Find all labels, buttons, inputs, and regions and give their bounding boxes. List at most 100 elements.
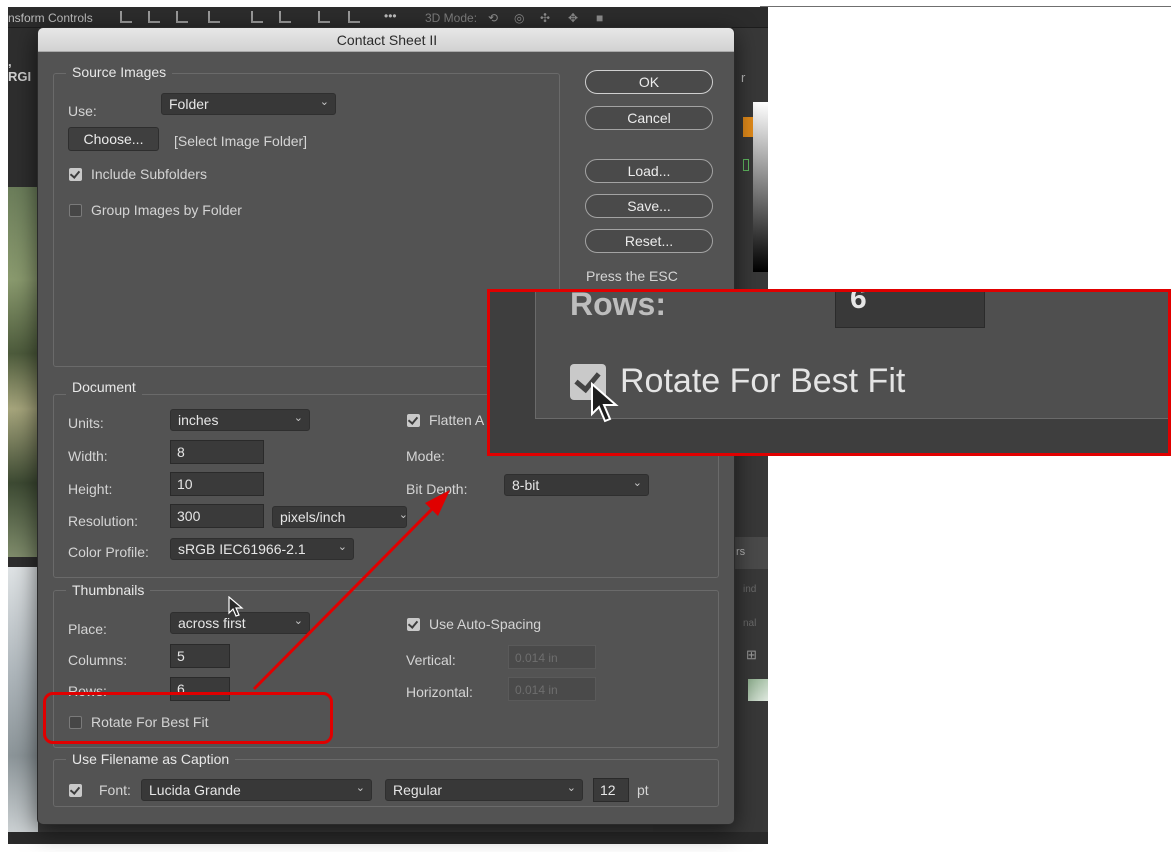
vertical-label: Vertical: [406, 652, 456, 668]
orange-color-swatch[interactable] [743, 117, 753, 137]
chevron-down-icon: ⌄ [399, 508, 406, 521]
grid-icon[interactable]: ⊞ [746, 647, 757, 663]
folder-path: [Select Image Folder] [174, 133, 308, 149]
include-subfolders-checkbox[interactable] [69, 168, 82, 181]
use-select[interactable]: Folder ⌄ [161, 93, 336, 115]
group-by-folder-label: Group Images by Folder [91, 202, 242, 218]
zoom-rotate-label: Rotate For Best Fit [620, 362, 906, 400]
align-middle-icon[interactable] [279, 11, 291, 23]
background-photo-bird [8, 187, 38, 557]
horizontal-field[interactable]: 0.014 in [508, 677, 596, 701]
font-size-unit: pt [637, 782, 649, 798]
flatten-checkbox[interactable] [407, 414, 420, 427]
font-label: Font: [99, 782, 131, 798]
source-images-title: Source Images [66, 64, 173, 80]
mode-label: Mode: [406, 448, 445, 464]
chevron-down-icon: ⌄ [319, 96, 329, 108]
cancel-button[interactable]: Cancel [585, 106, 713, 130]
background-photo-snow [8, 567, 38, 837]
font-size-field[interactable]: 12 [593, 778, 629, 802]
3d-orbit-icon[interactable]: ⟲ [488, 11, 498, 25]
align-top-icon[interactable] [251, 11, 263, 23]
status-bar [8, 832, 768, 844]
3d-mode-label: 3D Mode: [425, 11, 478, 25]
units-label: Units: [68, 415, 104, 431]
use-label: Use: [68, 103, 97, 119]
chevron-down-icon: ⌄ [293, 412, 303, 424]
ok-button[interactable]: OK [585, 70, 713, 94]
thumbnails-title: Thumbnails [66, 582, 151, 598]
vertical-field[interactable]: 0.014 in [508, 645, 596, 669]
chevron-down-icon: ⌄ [337, 541, 347, 553]
width-label: Width: [68, 448, 108, 464]
panel-fragment-ind: ind [743, 584, 757, 595]
resolution-unit-select[interactable]: pixels/inch ⌄ [272, 506, 407, 528]
load-button[interactable]: Load... [585, 159, 713, 183]
align-left-icon[interactable] [120, 11, 132, 23]
esc-hint: Press the ESC [586, 268, 678, 284]
document-title: Document [66, 379, 142, 395]
align-right-icon[interactable] [176, 11, 188, 23]
units-select[interactable]: inches ⌄ [170, 409, 310, 431]
align-bottom-icon[interactable] [318, 11, 330, 23]
gradient-swatch [753, 102, 768, 272]
font-style-select[interactable]: Regular ⌄ [385, 779, 583, 801]
chevron-down-icon: ⌄ [293, 615, 303, 627]
resolution-unit-value: pixels/inch [280, 509, 346, 525]
3d-scale-icon[interactable]: ■ [596, 11, 603, 25]
3d-pan-icon[interactable]: ✣ [540, 11, 550, 25]
auto-spacing-checkbox[interactable] [407, 618, 420, 631]
caption-checkbox[interactable] [69, 784, 82, 797]
dialog-title: Contact Sheet II [38, 28, 734, 52]
chevron-down-icon: ⌄ [566, 782, 576, 794]
columns-label: Columns: [68, 652, 128, 668]
units-select-value: inches [178, 412, 219, 428]
distribute-icon[interactable] [208, 11, 220, 23]
highlight-box [43, 692, 333, 744]
document-tab-fragment[interactable]: , RGI [8, 54, 38, 84]
3d-slide-icon[interactable]: ✥ [568, 11, 578, 25]
height-field[interactable]: 10 [170, 472, 264, 496]
panel-fragment-nal: nal [743, 618, 757, 629]
include-subfolders-label: Include Subfolders [91, 166, 207, 182]
reset-button[interactable]: Reset... [585, 229, 713, 253]
zoom-mouse-cursor-icon [591, 382, 619, 423]
zoom-rows-label: Rows: [570, 289, 666, 322]
font-style-value: Regular [393, 782, 443, 798]
columns-field[interactable]: 5 [170, 644, 230, 668]
font-select-value: Lucida Grande [149, 782, 241, 798]
auto-spacing-label: Use Auto-Spacing [429, 616, 542, 632]
bit-depth-label: Bit Depth: [406, 481, 468, 497]
resolution-label: Resolution: [68, 513, 139, 529]
width-field[interactable]: 8 [170, 440, 264, 464]
panel-tab-fragment[interactable]: r [741, 70, 745, 85]
horizontal-label: Horizontal: [406, 684, 473, 700]
options-bar: nsform Controls ••• 3D Mode: ⟲ ◎ ✣ ✥ ■ [8, 7, 768, 28]
align-center-icon[interactable] [148, 11, 160, 23]
use-select-value: Folder [169, 96, 209, 112]
resolution-field[interactable]: 300 [170, 504, 264, 528]
options-bar-label: nsform Controls [8, 11, 93, 25]
3d-roll-icon[interactable]: ◎ [514, 11, 524, 25]
green-indicator [743, 159, 749, 171]
bit-depth-select-value: 8-bit [512, 477, 540, 493]
source-images-group [53, 73, 560, 367]
bit-depth-select[interactable]: 8-bit ⌄ [504, 474, 649, 496]
layer-thumbnail[interactable] [748, 679, 768, 701]
screenshot-top-border [760, 6, 1171, 7]
more-options-icon[interactable]: ••• [384, 9, 397, 23]
save-button[interactable]: Save... [585, 194, 713, 218]
chevron-down-icon: ⌄ [355, 782, 365, 794]
chevron-down-icon: ⌄ [632, 477, 642, 489]
color-profile-value: sRGB IEC61966-2.1 [178, 541, 306, 557]
flatten-label: Flatten A [429, 412, 485, 428]
group-by-folder-checkbox[interactable] [69, 204, 82, 217]
font-select[interactable]: Lucida Grande ⌄ [141, 779, 372, 801]
zoom-callout: Rows: 6 Rotate For Best Fit [487, 289, 1171, 456]
zoom-rows-field: 6 [835, 292, 985, 328]
choose-button[interactable]: Choose... [68, 127, 159, 151]
distribute-vertical-icon[interactable] [348, 11, 360, 23]
color-profile-select[interactable]: sRGB IEC61966-2.1 ⌄ [170, 538, 354, 560]
caption-title: Use Filename as Caption [66, 751, 236, 767]
color-profile-label: Color Profile: [68, 544, 149, 560]
